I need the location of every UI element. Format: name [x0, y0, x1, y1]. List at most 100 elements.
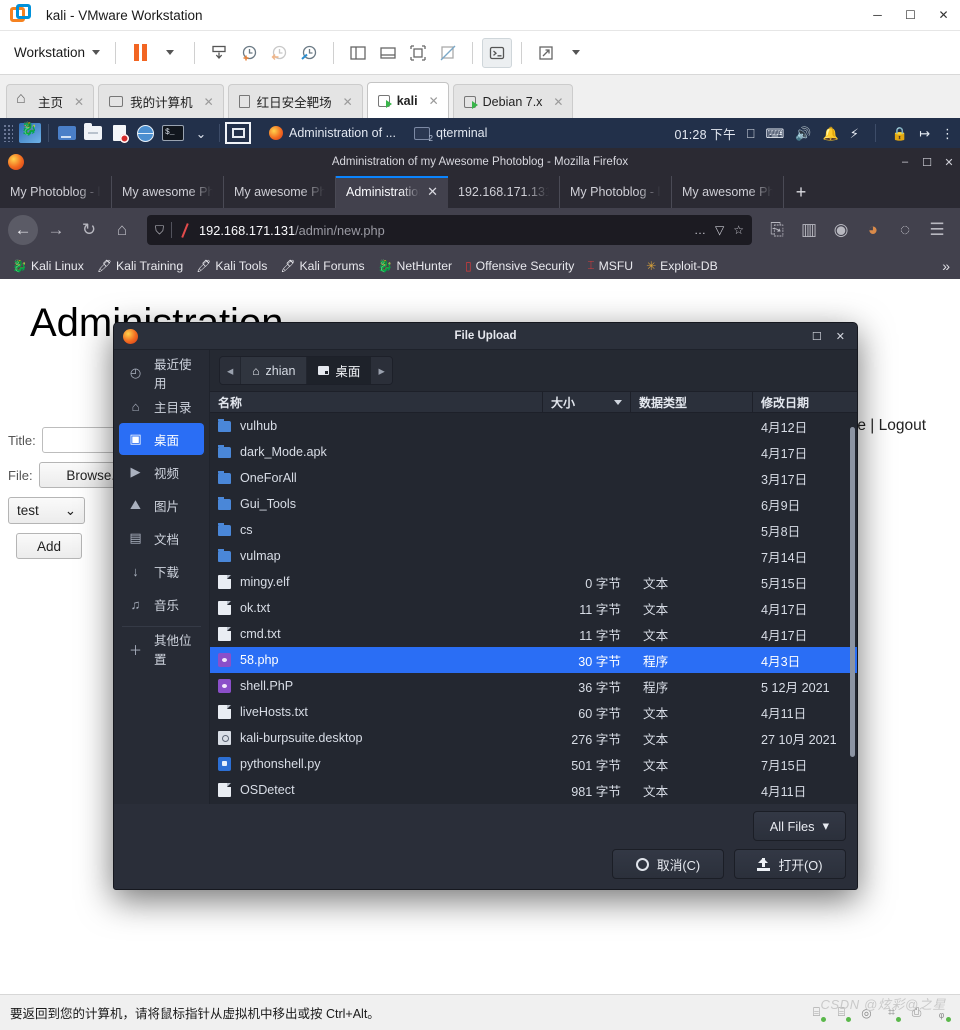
container-icon[interactable]: ◌ [890, 215, 920, 245]
sidebar-item-documents[interactable]: ▤ 文档 [119, 522, 204, 554]
browser-tab[interactable]: My Photoblog - la [560, 176, 672, 208]
close-icon[interactable]: ✕ [343, 95, 353, 109]
sidebar-item-home[interactable]: ⌂ 主目录 [119, 390, 204, 422]
clock[interactable]: 01:28 下午 [674, 124, 735, 143]
sidebar-item-recent[interactable]: ◴ 最近使用 [119, 357, 204, 391]
close-button[interactable]: ✕ [836, 330, 845, 343]
file-row[interactable]: ok.txt 11 字节 文本 4月17日 [210, 595, 857, 621]
insecure-lock-icon[interactable] [179, 224, 192, 237]
reload-button[interactable]: ↻ [74, 215, 104, 245]
sidebar-icon[interactable]: ▥ [794, 215, 824, 245]
breadcrumb-item-desktop[interactable]: 桌面 [307, 357, 372, 384]
terminal-icon[interactable]: $_ [160, 123, 186, 143]
file-row[interactable]: dark_Mode.apk 4月17日 [210, 439, 857, 465]
close-button[interactable]: ✕ [927, 0, 960, 31]
close-icon[interactable]: ✕ [553, 95, 563, 109]
kali-menu-icon[interactable] [19, 121, 41, 143]
bookmark-star-icon[interactable]: ☆ [733, 223, 744, 237]
bookmark-exploit-db[interactable]: ✳ Exploit-DB [641, 257, 723, 275]
reader-mode-icon[interactable]: ▽ [715, 223, 724, 237]
logout-link[interactable]: e | Logout [857, 417, 926, 435]
manage-snapshots-button[interactable] [294, 38, 324, 68]
text-editor-icon[interactable] [108, 123, 130, 143]
browser-tab[interactable]: My awesome Pho [224, 176, 336, 208]
workstation-menu-button[interactable]: Workstation [8, 41, 106, 64]
close-icon[interactable]: ✕ [427, 184, 438, 200]
back-button[interactable]: ← [8, 215, 38, 245]
column-header-size[interactable]: 大小 [543, 392, 631, 412]
browser-icon[interactable] [134, 123, 156, 143]
notification-bell-icon[interactable]: 🔔 [823, 127, 839, 140]
file-row-selected[interactable]: 58.php 30 字节 程序 4月3日 [210, 647, 857, 673]
close-icon[interactable]: ✕ [74, 95, 84, 109]
file-row[interactable]: OSDetect 981 字节 文本 4月11日 [210, 777, 857, 803]
show-library-button[interactable] [343, 38, 373, 68]
menu-icon[interactable]: ☰ [922, 215, 952, 245]
take-snapshot-button[interactable] [234, 38, 264, 68]
close-icon[interactable]: ✕ [429, 94, 439, 108]
file-row[interactable]: cmd.txt 11 字节 文本 4月17日 [210, 621, 857, 647]
minimize-button[interactable]: ─ [861, 0, 894, 31]
stretch-guest-button[interactable] [531, 38, 561, 68]
bookmarks-overflow-icon[interactable]: » [942, 258, 953, 274]
power-icon[interactable]: ⚡ [850, 127, 859, 140]
forward-button[interactable]: → [41, 215, 71, 245]
panel-grip-icon[interactable]: ⋮ [941, 127, 954, 140]
lock-icon[interactable]: 🔒 [892, 127, 908, 140]
file-row[interactable]: Gui_Tools 6月9日 [210, 491, 857, 517]
file-row[interactable]: liveHosts.txt 60 字节 文本 4月11日 [210, 699, 857, 725]
vm-tab-home[interactable]: 主页 ✕ [6, 84, 95, 118]
maximize-button[interactable]: ☐ [894, 0, 927, 31]
file-list-scrollbar[interactable] [850, 427, 855, 757]
file-row[interactable]: kali-burpsuite.desktop 276 字节 文本 27 10月 202… [210, 725, 857, 751]
file-row[interactable]: cs 5月8日 [210, 517, 857, 543]
suspend-dropdown-button[interactable] [155, 38, 185, 68]
terminal-dropdown-icon[interactable]: ⌄ [190, 123, 212, 143]
display-icon[interactable]: ⎕ [747, 127, 755, 140]
bookmark-msfu[interactable]: ⌶ MSFU [582, 256, 638, 275]
cancel-button[interactable]: 取消(C) [612, 849, 724, 879]
breadcrumb-item-home[interactable]: ⌂ zhian [241, 357, 308, 384]
sidebar-item-desktop[interactable]: ▣ 桌面 [119, 423, 204, 455]
bookmark-kali-forums[interactable]: 🖊 Kali Forums [275, 257, 369, 275]
library-icon[interactable]: ⎘ [762, 215, 792, 245]
bookmark-nethunter[interactable]: 🐉 NetHunter [373, 257, 458, 275]
file-row[interactable]: mingy.elf 0 字节 文本 5月15日 [210, 569, 857, 595]
bookmark-kali-tools[interactable]: 🖊 Kali Tools [191, 257, 272, 275]
show-desktop-icon[interactable] [56, 123, 78, 143]
sidebar-item-other-locations[interactable]: ＋ 其他位置 [119, 633, 204, 667]
vm-tab-my-computer[interactable]: 我的计算机 ✕ [98, 84, 224, 118]
bookmark-kali-linux[interactable]: 🐉 Kali Linux [7, 257, 89, 275]
file-row[interactable]: OneForAll 3月17日 [210, 465, 857, 491]
console-view-button[interactable] [482, 37, 513, 68]
fullscreen-button[interactable] [403, 38, 433, 68]
snapshot-button[interactable] [204, 38, 234, 68]
add-button[interactable]: Add [16, 533, 82, 559]
unity-mode-button[interactable] [433, 38, 463, 68]
category-select[interactable]: test ⌄ [8, 497, 85, 524]
volume-icon[interactable]: 🔊 [795, 127, 811, 140]
browser-tab[interactable]: 192.168.171.131/a [448, 176, 560, 208]
address-bar[interactable]: ⛉ 192.168.171.131/admin/new.php … ▽ ☆ [147, 215, 752, 245]
sidebar-item-pictures[interactable]: ⛰ 图片 [119, 489, 204, 521]
shield-icon[interactable]: ⛉ [155, 223, 164, 238]
workspace-switcher-icon[interactable] [225, 122, 251, 144]
taskbar-window-firefox[interactable]: Administration of ... [269, 126, 396, 140]
browser-tab[interactable]: My awesome Pho [672, 176, 784, 208]
panel-grip-icon[interactable] [3, 124, 13, 142]
new-tab-button[interactable]: + [784, 176, 818, 208]
bookmark-offensive-security[interactable]: ▯ Offensive Security [460, 257, 579, 275]
path-forward-button[interactable]: ▸ [371, 357, 392, 384]
file-type-filter-dropdown[interactable]: All Files ▾ [752, 811, 846, 841]
revert-snapshot-button[interactable] [264, 38, 294, 68]
open-button[interactable]: 打开(O) [734, 849, 846, 879]
file-row[interactable]: shell.PhP 36 字节 程序 5 12月 2021 [210, 673, 857, 699]
close-icon[interactable]: ✕ [204, 95, 214, 109]
vm-tab-debian[interactable]: Debian 7.x ✕ [452, 84, 574, 118]
file-row[interactable]: vulhub 4月12日 [210, 413, 857, 439]
bookmark-kali-training[interactable]: 🖊 Kali Training [92, 257, 188, 275]
vm-tab-kali[interactable]: kali ✕ [366, 82, 449, 118]
palette-icon[interactable]: ◕ [858, 215, 888, 245]
sidebar-item-videos[interactable]: ▶ 视频 [119, 456, 204, 488]
column-header-name[interactable]: 名称 [210, 392, 543, 412]
